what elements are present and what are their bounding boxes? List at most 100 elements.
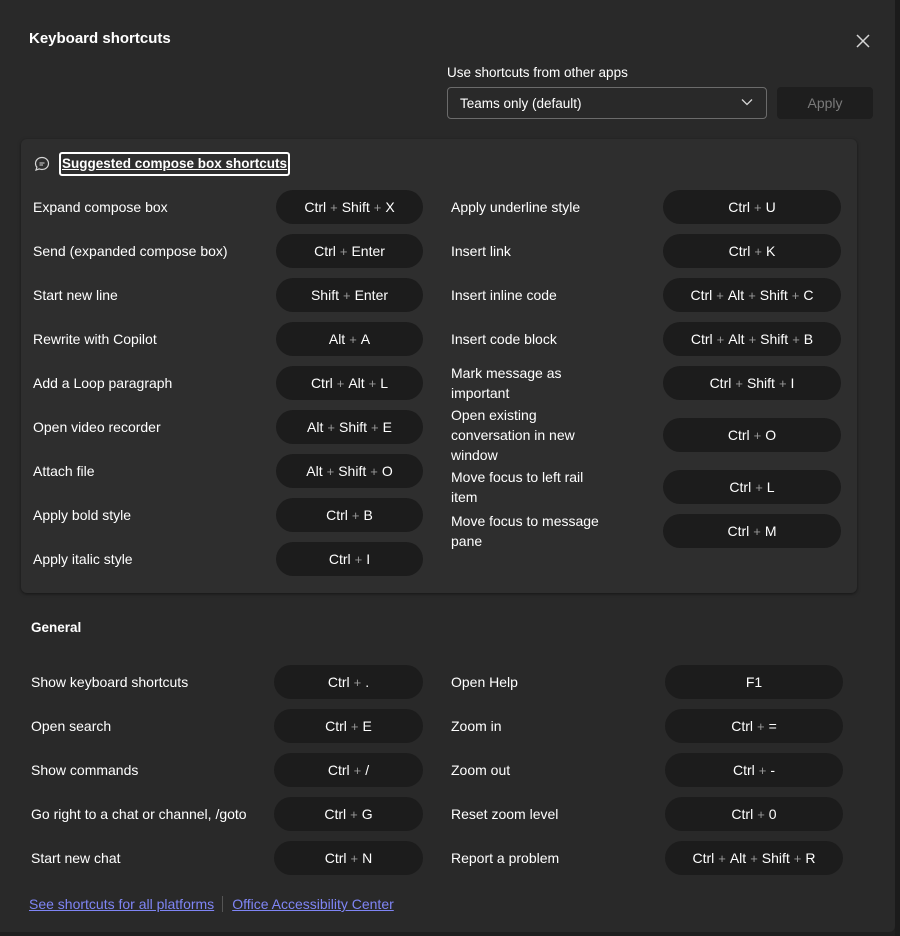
key-name: U: [765, 199, 776, 215]
shortcut-keys: Ctrl + =: [665, 709, 843, 743]
chat-bubble-icon: [33, 155, 51, 173]
shortcut-keys: Ctrl + O: [663, 418, 841, 452]
other-apps-label: Use shortcuts from other apps: [447, 65, 628, 80]
key-name: Ctrl: [731, 806, 754, 822]
key-plus-separator: +: [350, 850, 359, 866]
chevron-down-icon: [740, 95, 754, 112]
shortcut-row: Mark message as important: [451, 353, 611, 413]
key-name: Ctrl: [728, 199, 751, 215]
key-plus-separator: +: [753, 427, 762, 443]
key-name: Ctrl: [326, 507, 348, 523]
key-plus-separator: +: [735, 375, 743, 391]
key-name: .: [365, 674, 370, 690]
key-name: R: [805, 850, 816, 866]
shortcut-label: Add a Loop paragraph: [33, 375, 173, 391]
key-name: Alt: [727, 287, 745, 303]
shortcut-label: Reset zoom level: [451, 806, 559, 822]
keyboard-shortcuts-dialog: Keyboard shortcuts Use shortcuts from ot…: [0, 0, 895, 932]
shortcut-keys: Ctrl + U: [663, 190, 841, 224]
key-plus-separator: +: [349, 331, 357, 347]
key-name: Shift: [746, 375, 775, 391]
key-name: Ctrl: [690, 287, 713, 303]
dialog-title: Keyboard shortcuts: [29, 30, 171, 47]
key-name: Alt: [348, 375, 365, 391]
key-name: Alt: [306, 463, 323, 479]
shortcut-label: Start new chat: [31, 850, 121, 866]
compose-card-title[interactable]: Suggested compose box shortcuts: [59, 152, 291, 176]
shortcut-keys: Ctrl + Shift + I: [663, 366, 841, 400]
key-plus-separator: +: [792, 331, 800, 347]
shortcut-row: Report a problem: [451, 828, 651, 888]
all-platforms-link[interactable]: See shortcuts for all platforms: [29, 896, 214, 912]
key-name: Enter: [354, 287, 389, 303]
shortcut-row: Apply italic style: [33, 529, 263, 589]
compose-card-header: Suggested compose box shortcuts: [33, 152, 291, 176]
shortcut-row: Move focus to message pane: [451, 501, 611, 561]
key-name: Alt: [729, 850, 747, 866]
shortcut-label: Move focus to message pane: [451, 513, 599, 549]
key-name: Shift: [759, 287, 788, 303]
key-name: Ctrl: [310, 375, 333, 391]
key-name: Alt: [728, 331, 745, 347]
shortcut-label: Open existing conversation in new window: [451, 407, 575, 463]
shortcut-keys: F1: [665, 665, 843, 699]
shortcut-keys: Alt + Shift + E: [276, 410, 423, 444]
key-name: Ctrl: [327, 762, 350, 778]
key-plus-separator: +: [351, 507, 360, 523]
shortcut-keys: Ctrl + Alt + Shift + R: [665, 841, 843, 875]
shortcut-keys: Ctrl + Alt + L: [276, 366, 423, 400]
shortcut-label: Insert code block: [451, 331, 557, 347]
key-plus-separator: +: [336, 375, 345, 391]
key-plus-separator: +: [754, 199, 762, 215]
key-plus-separator: +: [750, 850, 758, 866]
apply-button[interactable]: Apply: [777, 87, 873, 119]
shortcut-keys: Ctrl + M: [663, 514, 841, 548]
shortcut-keys: Ctrl + K: [663, 234, 841, 268]
key-name: O: [765, 427, 777, 443]
key-name: =: [768, 718, 777, 734]
key-name: L: [766, 479, 775, 495]
shortcut-label: Rewrite with Copilot: [33, 331, 157, 347]
key-plus-separator: +: [793, 850, 802, 866]
shortcut-label: Send (expanded compose box): [33, 243, 228, 259]
key-name: Ctrl: [727, 523, 750, 539]
shortcut-keys: Ctrl + N: [274, 841, 423, 875]
key-plus-separator: +: [342, 287, 351, 303]
footer-links: See shortcuts for all platforms Office A…: [29, 896, 394, 912]
key-plus-separator: +: [339, 243, 348, 259]
key-name: Ctrl: [709, 375, 732, 391]
key-name: Shift: [338, 419, 367, 435]
key-name: Enter: [351, 243, 385, 259]
key-name: I: [790, 375, 795, 391]
general-section-title: General: [31, 620, 82, 635]
key-name: Ctrl: [314, 243, 336, 259]
link-divider: [222, 896, 224, 912]
shortcut-label: Expand compose box: [33, 199, 168, 215]
shortcut-keys: Shift + Enter: [276, 278, 423, 312]
key-name: Alt: [307, 419, 324, 435]
key-name: Shift: [341, 199, 370, 215]
key-name: A: [360, 331, 371, 347]
other-apps-select[interactable]: Teams only (default): [447, 87, 767, 119]
key-name: Ctrl: [327, 674, 350, 690]
close-icon[interactable]: [852, 30, 874, 52]
key-name: Shift: [338, 463, 367, 479]
key-name: Shift: [310, 287, 339, 303]
shortcut-keys: Ctrl + L: [663, 470, 841, 504]
key-name: Ctrl: [304, 199, 327, 215]
key-name: E: [382, 419, 392, 435]
shortcut-keys: Ctrl + /: [274, 753, 423, 787]
background-edge: [895, 0, 900, 936]
key-plus-separator: +: [350, 718, 359, 734]
shortcut-label: Open search: [31, 718, 112, 734]
other-apps-value: Teams only (default): [460, 95, 582, 111]
shortcut-label: Apply italic style: [33, 551, 133, 567]
shortcut-label: Apply underline style: [451, 199, 581, 215]
key-plus-separator: +: [354, 551, 363, 567]
key-name: L: [380, 375, 389, 391]
accessibility-center-link[interactable]: Office Accessibility Center: [232, 896, 394, 912]
shortcut-label: Insert inline code: [451, 287, 557, 303]
key-plus-separator: +: [791, 287, 800, 303]
key-plus-separator: +: [778, 375, 787, 391]
shortcut-keys: Alt + A: [276, 322, 423, 356]
